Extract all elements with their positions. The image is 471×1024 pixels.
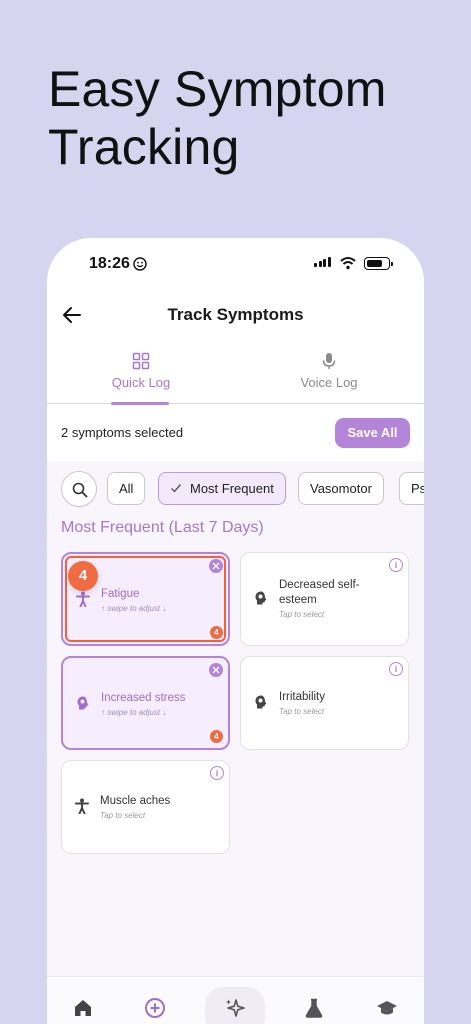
symptom-hint: Tap to select [100,811,146,820]
symptom-card-increased-stress[interactable]: Increased stress ↑ swipe to adjust ↓ 4 [61,656,230,750]
status-bar: 18:26 [47,238,424,288]
chip-most-frequent-label: Most Frequent [190,481,274,496]
selected-count: 2 symptoms selected [61,425,184,440]
symptom-hint: ↑ swipe to adjust ↓ [101,708,167,717]
person-icon [75,798,89,814]
severity-badge: 4 [210,730,223,743]
flask-icon[interactable] [303,997,325,1019]
symptom-name: Muscle aches [100,795,171,807]
app-bar: Track Symptoms [47,298,424,332]
bottom-navigation [47,976,424,1024]
severity-tooltip-badge: 4 [68,561,98,591]
head-icon [255,591,267,605]
section-title: Most Frequent (Last 7 Days) [61,519,264,536]
headline-line-2: Tracking [48,119,240,175]
symptom-card-irritability[interactable]: Irritability Tap to select i [240,656,409,750]
filter-chips: All Most Frequent Vasomotor Ps [61,471,424,507]
tab-voice-log[interactable]: Voice Log [235,348,423,404]
selection-bar: 2 symptoms selected Save All [47,405,424,461]
log-tabs: Quick Log Voice Log [47,348,424,405]
chip-partial[interactable]: Ps [399,472,424,505]
symptom-name: Decreased self-esteem [279,579,360,606]
info-icon[interactable]: i [389,558,403,572]
search-button[interactable] [61,471,97,507]
grid-icon [132,352,150,370]
symptom-content: All Most Frequent Vasomotor Ps Most Freq… [47,461,424,1024]
search-icon [72,482,88,498]
symptom-name: Increased stress [101,692,186,704]
tab-quick-log[interactable]: Quick Log [47,348,235,405]
person-icon [76,591,90,607]
symptom-card-decreased-self-esteem[interactable]: Decreased self-esteem Tap to select i [240,552,409,646]
info-icon[interactable]: i [389,662,403,676]
smiley-icon [133,257,147,271]
status-time: 18:26 [89,255,130,272]
chip-all-label: All [119,481,134,496]
check-icon [171,484,182,493]
remove-button[interactable] [209,559,223,573]
chip-partial-label: Ps [411,481,424,496]
add-circle-icon[interactable] [144,997,166,1019]
battery-icon [364,257,393,270]
symptom-name: Fatigue [101,588,140,600]
symptom-hint: ↑ swipe to adjust ↓ [101,604,167,613]
close-icon [212,562,220,570]
page-title: Track Symptoms [167,305,304,324]
head-icon [77,696,89,710]
headline-line-1: Easy Symptom [48,61,387,117]
chip-all[interactable]: All [107,472,146,505]
symptom-hint: Tap to select [279,707,325,716]
symptom-hint: Tap to select [279,610,325,619]
chip-vasomotor-label: Vasomotor [310,481,372,496]
home-icon[interactable] [72,997,94,1019]
chip-most-frequent[interactable]: Most Frequent [158,472,286,505]
remove-button[interactable] [209,663,223,677]
phone-screen: 18:26 Track Symptoms Quick Log Voice Log… [47,238,424,1024]
chip-vasomotor[interactable]: Vasomotor [298,472,384,505]
cellular-signal-icon [314,257,331,267]
severity-badge: 4 [210,626,223,639]
save-all-button[interactable]: Save All [335,418,410,448]
microphone-icon [322,353,336,369]
sparkle-icon[interactable] [224,997,246,1019]
close-icon [212,666,220,674]
symptom-name: Irritability [279,691,326,703]
promo-headline: Easy Symptom Tracking [48,60,387,176]
tab-quick-log-label: Quick Log [111,375,171,390]
graduation-cap-icon[interactable] [376,997,398,1019]
info-icon[interactable]: i [210,766,224,780]
wifi-icon [340,257,356,270]
symptom-card-muscle-aches[interactable]: Muscle aches Tap to select i [61,760,230,854]
tab-voice-log-label: Voice Log [300,375,358,390]
head-icon [255,695,267,709]
